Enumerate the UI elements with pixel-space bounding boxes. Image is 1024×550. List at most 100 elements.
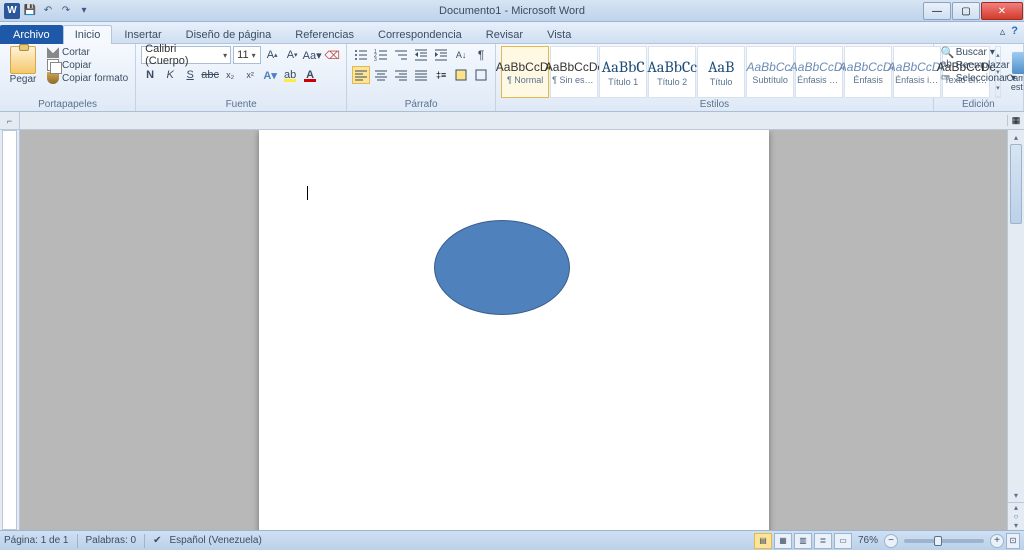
italic-button[interactable]: K [161,66,179,84]
style-item-0[interactable]: AaBbCcDc¶ Normal [501,46,549,98]
tab-correspondencia[interactable]: Correspondencia [366,25,474,44]
highlight-button[interactable]: ab [281,66,299,84]
justify-button[interactable] [412,66,430,84]
clear-format-button[interactable]: ⌫ [323,46,341,64]
qat-customize-icon[interactable]: ▾ [76,3,92,19]
zoom-out-button[interactable]: − [884,534,898,548]
tab-inicio[interactable]: Inicio [63,25,113,44]
style-item-2[interactable]: AaBbCTítulo 1 [599,46,647,98]
next-page-icon[interactable]: ▾ [1008,521,1024,530]
scroll-down-icon[interactable]: ▾ [1008,488,1024,502]
tab-file[interactable]: Archivo [0,25,63,44]
bullets-button[interactable] [352,46,370,64]
shrink-font-button[interactable]: A▾ [283,46,301,64]
font-size-value: 11 [237,49,248,61]
zoom-in-button[interactable]: + [990,534,1004,548]
print-layout-view-button[interactable]: ▤ [754,533,772,549]
qat-redo-icon[interactable]: ↷ [58,3,74,19]
web-view-button[interactable]: ▥ [794,533,812,549]
shading-button[interactable] [452,66,470,84]
line-spacing-button[interactable]: ‡≡ [432,66,450,84]
change-case-button[interactable]: Aa▾ [303,46,321,64]
font-size-combo[interactable]: 11▾ [233,46,261,64]
ellipse-shape[interactable] [434,220,570,315]
tab-vista[interactable]: Vista [535,25,583,44]
style-item-1[interactable]: AaBbCcDc¶ Sin espa... [550,46,598,98]
vertical-scrollbar[interactable]: ▴ ▾ ▴ ○ ▾ [1007,130,1024,530]
paste-button[interactable]: Pegar [5,46,41,85]
browse-object-icon[interactable]: ○ [1008,512,1024,521]
style-preview: AaB [708,58,734,76]
font-color-button[interactable]: A [301,66,319,84]
tab-insertar[interactable]: Insertar [112,25,173,44]
help-icon[interactable]: ? [1011,25,1018,38]
show-marks-button[interactable]: ¶ [472,46,490,64]
format-label: Copiar formato [62,73,128,84]
borders-button[interactable] [472,66,490,84]
close-button[interactable]: ✕ [981,2,1023,20]
proofing-icon[interactable]: ✔ [153,535,161,546]
text-effects-button[interactable]: A▾ [261,66,279,84]
outline-view-button[interactable]: ≣ [814,533,832,549]
draft-view-button[interactable]: ▭ [834,533,852,549]
fullscreen-view-button[interactable]: ▦ [774,533,792,549]
tab-revisar[interactable]: Revisar [474,25,535,44]
underline-button[interactable]: S [181,66,199,84]
status-language[interactable]: Español (Venezuela) [169,535,261,546]
scroll-up-icon[interactable]: ▴ [1008,130,1024,144]
style-item-6[interactable]: AaBbCcDcÉnfasis sutil [795,46,843,98]
zoom-level[interactable]: 76% [858,535,878,546]
word-app-icon[interactable]: W [4,3,20,19]
indent-inc-button[interactable] [432,46,450,64]
strike-button[interactable]: abc [201,66,219,84]
tab-referencias[interactable]: Referencias [283,25,366,44]
style-item-5[interactable]: AaBbCc.Subtítulo [746,46,794,98]
style-item-7[interactable]: AaBbCcDcÉnfasis [844,46,892,98]
font-group-label: Fuente [141,98,341,111]
zoom-fit-button[interactable]: ⊡ [1006,533,1020,549]
copy-label: Copiar [62,60,91,71]
qat-save-icon[interactable]: 💾 [22,3,38,19]
status-words[interactable]: Palabras: 0 [86,535,137,546]
zoom-thumb[interactable] [934,536,942,546]
sort-button[interactable]: A↓ [452,46,470,64]
scroll-thumb[interactable] [1010,144,1022,224]
numbering-button[interactable]: 123 [372,46,390,64]
find-button[interactable]: 🔍Buscar ▾ [939,46,1018,58]
grow-font-button[interactable]: A▴ [263,46,281,64]
style-item-3[interactable]: AaBbCcTítulo 2 [648,46,696,98]
copy-button[interactable]: Copiar [45,59,130,71]
group-editing: 🔍Buscar ▾ abReemplazar ▭Seleccionar ▾ Ed… [934,44,1024,111]
select-button[interactable]: ▭Seleccionar ▾ [939,72,1018,84]
tab-diseno[interactable]: Diseño de página [174,25,284,44]
align-left-button[interactable] [352,66,370,84]
replace-button[interactable]: abReemplazar [939,59,1018,71]
align-right-button[interactable] [392,66,410,84]
align-center-button[interactable] [372,66,390,84]
ruler-corner[interactable]: ⌐ [0,112,20,130]
subscript-button[interactable]: x₂ [221,66,239,84]
cut-button[interactable]: Cortar [45,46,130,58]
text-cursor [307,186,308,200]
bold-button[interactable]: N [141,66,159,84]
vertical-ruler[interactable] [0,130,20,530]
zoom-slider[interactable] [904,539,984,543]
ribbon-minimize-icon[interactable]: ▵ [1000,25,1006,38]
font-name-combo[interactable]: Calibri (Cuerpo)▾ [141,46,231,64]
separator [77,534,78,548]
superscript-button[interactable]: x² [241,66,259,84]
document-canvas[interactable] [20,130,1007,530]
indent-dec-button[interactable] [412,46,430,64]
styles-gallery[interactable]: AaBbCcDc¶ NormalAaBbCcDc¶ Sin espa...AaB… [501,46,991,98]
style-item-4[interactable]: AaBTítulo [697,46,745,98]
qat-undo-icon[interactable]: ↶ [40,3,56,19]
ruler-toggle-icon[interactable]: ▦ [1007,115,1024,126]
ruler-bar: ⌐ ▦ [0,112,1024,130]
maximize-button[interactable]: ▢ [952,2,980,20]
status-page[interactable]: Página: 1 de 1 [4,535,69,546]
minimize-button[interactable]: — [923,2,951,20]
page[interactable] [259,130,769,530]
prev-page-icon[interactable]: ▴ [1008,503,1024,512]
browse-nav: ▴ ○ ▾ [1008,502,1024,530]
multilevel-button[interactable] [392,46,410,64]
